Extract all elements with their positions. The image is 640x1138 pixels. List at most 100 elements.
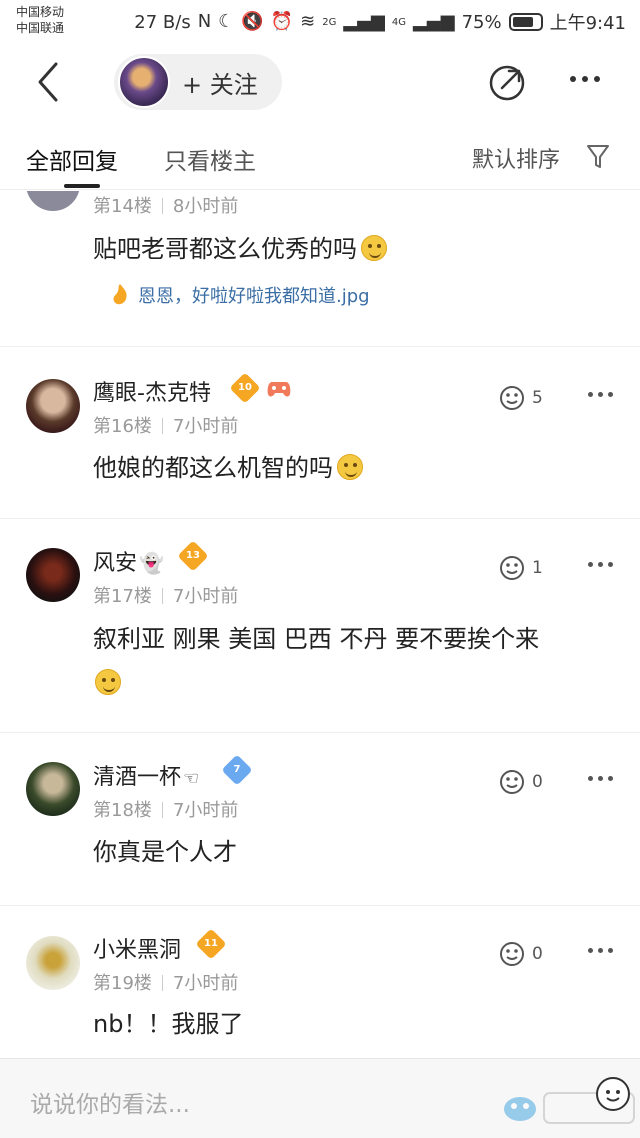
floor-number: 第14楼 (93, 196, 152, 217)
avatar[interactable] (26, 936, 80, 990)
more-icon (588, 948, 593, 953)
follow-button[interactable]: + 关注 (114, 54, 282, 110)
filter-icon[interactable] (586, 144, 610, 170)
share-icon (489, 65, 525, 101)
clock: 上午9:41 (549, 13, 626, 34)
post-time: 8小时前 (172, 196, 239, 217)
more-icon (588, 776, 593, 781)
reply-input[interactable]: 说说你的看法... (30, 1085, 190, 1119)
tab-bar: 全部回复 只看楼主 默认排序 (0, 122, 640, 190)
pointing-hand-icon: ☜ (183, 768, 200, 789)
level-badge: 13 (177, 540, 209, 572)
tab-all-replies[interactable]: 全部回复 (26, 142, 118, 176)
share-button[interactable] (488, 64, 526, 102)
like-button[interactable]: 0 (498, 768, 543, 796)
more-icon (570, 76, 576, 82)
avatar[interactable] (26, 191, 80, 211)
sort-dropdown[interactable]: 默认排序 (472, 142, 560, 174)
like-button[interactable]: 1 (498, 554, 543, 582)
status-icons: 27 B/s N ☾ 🔇 ⏰ ≋ 2G ▂▄▆ 4G ▂▄▆ 75% 上午9:4… (134, 9, 626, 35)
reply-item: 鹰眼-杰克特 10 5 第16楼 7小时前 他娘的都这么机智的吗 (0, 348, 640, 519)
username[interactable]: 风安 👻 (93, 545, 164, 577)
network-speed: 27 B/s (134, 11, 191, 33)
thumb-face-icon (500, 770, 524, 794)
gamepad-icon (267, 382, 291, 397)
back-button[interactable] (30, 60, 70, 104)
reply-item: 风安 👻 13 1 第17楼 7小时前 叙利亚 刚果 美国 巴西 不丹 要不要挨个来 (0, 519, 640, 733)
mute-icon: 🔇 (241, 11, 264, 32)
chevron-left-icon (38, 62, 58, 102)
reply-content[interactable]: 叙利亚 刚果 美国 巴西 不丹 要不要挨个来 (93, 617, 618, 705)
face-icon (606, 1090, 620, 1102)
reply-meta: 第18楼 7小时前 (93, 796, 238, 822)
reply-content[interactable]: nb！！我服了 (93, 1002, 618, 1046)
battery-icon (508, 13, 543, 31)
reply-item: 清酒一杯 ☜ 7 0 第18楼 7小时前 你真是个人才 (0, 733, 640, 906)
ghost-icon: 👻 (139, 551, 164, 575)
carrier-2: 中国联通 (16, 21, 65, 35)
reply-input-bar: 说说你的看法... (0, 1058, 640, 1138)
emoji-button[interactable] (596, 1077, 630, 1111)
wifi-icon: ≋ (300, 11, 316, 32)
reply-more-button[interactable] (588, 776, 613, 781)
nfc-icon: N (197, 11, 212, 32)
floor-number: 第17楼 (93, 586, 152, 607)
level-badge: 10 (229, 372, 261, 404)
more-icon (588, 562, 593, 567)
reply-more-button[interactable] (588, 562, 613, 567)
signal-2-tag: 4G (391, 16, 407, 28)
reply-content[interactable]: 贴吧老哥都这么优秀的吗 (93, 227, 618, 271)
smile-emoji-icon (361, 235, 387, 261)
like-count: 5 (532, 388, 543, 408)
carrier-1: 中国移动 (16, 5, 65, 19)
flame-icon (113, 284, 127, 305)
reply-content[interactable]: 他娘的都这么机智的吗 (93, 446, 618, 490)
battery-percent: 75% (461, 11, 502, 33)
floor-number: 第18楼 (93, 800, 152, 821)
post-time: 7小时前 (172, 973, 239, 994)
thumb-face-icon (500, 386, 524, 410)
avatar[interactable] (26, 762, 80, 816)
like-button[interactable]: 5 (498, 384, 543, 412)
sub-reply-text: 恩恩，好啦好啦我都知道.jpg (138, 286, 370, 307)
follow-label: + 关注 (182, 70, 258, 99)
username[interactable]: 鹰眼-杰克特 (93, 375, 211, 407)
tab-owner-only[interactable]: 只看楼主 (164, 142, 256, 176)
reply-item: 第14楼 8小时前 贴吧老哥都这么优秀的吗 恩恩，好啦好啦我都知道.jpg (0, 191, 640, 347)
carrier-info: 中国移动 中国联通 (16, 4, 64, 36)
signal-2-icon: ▂▄▆ (413, 11, 455, 32)
reply-meta: 第16楼 7小时前 (93, 412, 238, 438)
username[interactable]: 小米黑洞 (93, 932, 181, 964)
giggle-emoji-icon (337, 454, 363, 480)
more-icon (588, 392, 593, 397)
username[interactable]: 清酒一杯 ☜ (93, 759, 199, 791)
floor-number: 第16楼 (93, 416, 152, 437)
post-time: 7小时前 (172, 800, 239, 821)
more-button[interactable] (570, 76, 600, 82)
floor-number: 第19楼 (93, 973, 152, 994)
sub-reply[interactable]: 恩恩，好啦好啦我都知道.jpg (110, 282, 370, 308)
like-button[interactable]: 0 (498, 940, 543, 968)
giggle-emoji-icon (95, 669, 121, 695)
post-time: 7小时前 (172, 586, 239, 607)
reply-meta: 第14楼 8小时前 (93, 192, 238, 218)
reply-content[interactable]: 你真是个人才 (93, 830, 618, 874)
reply-meta: 第17楼 7小时前 (93, 582, 238, 608)
like-count: 0 (532, 772, 543, 792)
thumb-face-icon (500, 942, 524, 966)
post-time: 7小时前 (172, 416, 239, 437)
reply-list[interactable]: 第14楼 8小时前 贴吧老哥都这么优秀的吗 恩恩，好啦好啦我都知道.jpg 鹰眼-… (0, 191, 640, 1058)
reply-more-button[interactable] (588, 948, 613, 953)
avatar[interactable] (26, 548, 80, 602)
avatar[interactable] (26, 379, 80, 433)
status-bar: 中国移动 中国联通 27 B/s N ☾ 🔇 ⏰ ≋ 2G ▂▄▆ 4G ▂▄▆… (0, 0, 640, 44)
signal-1-icon: ▂▄▆ (343, 11, 385, 32)
like-count: 1 (532, 558, 543, 578)
reply-more-button[interactable] (588, 392, 613, 397)
level-badge: 7 (221, 754, 253, 786)
nav-bar: + 关注 (0, 44, 640, 122)
like-count: 0 (532, 944, 543, 964)
active-tab-indicator (64, 184, 100, 188)
author-avatar[interactable] (118, 56, 170, 108)
moon-icon: ☾ (218, 11, 235, 32)
